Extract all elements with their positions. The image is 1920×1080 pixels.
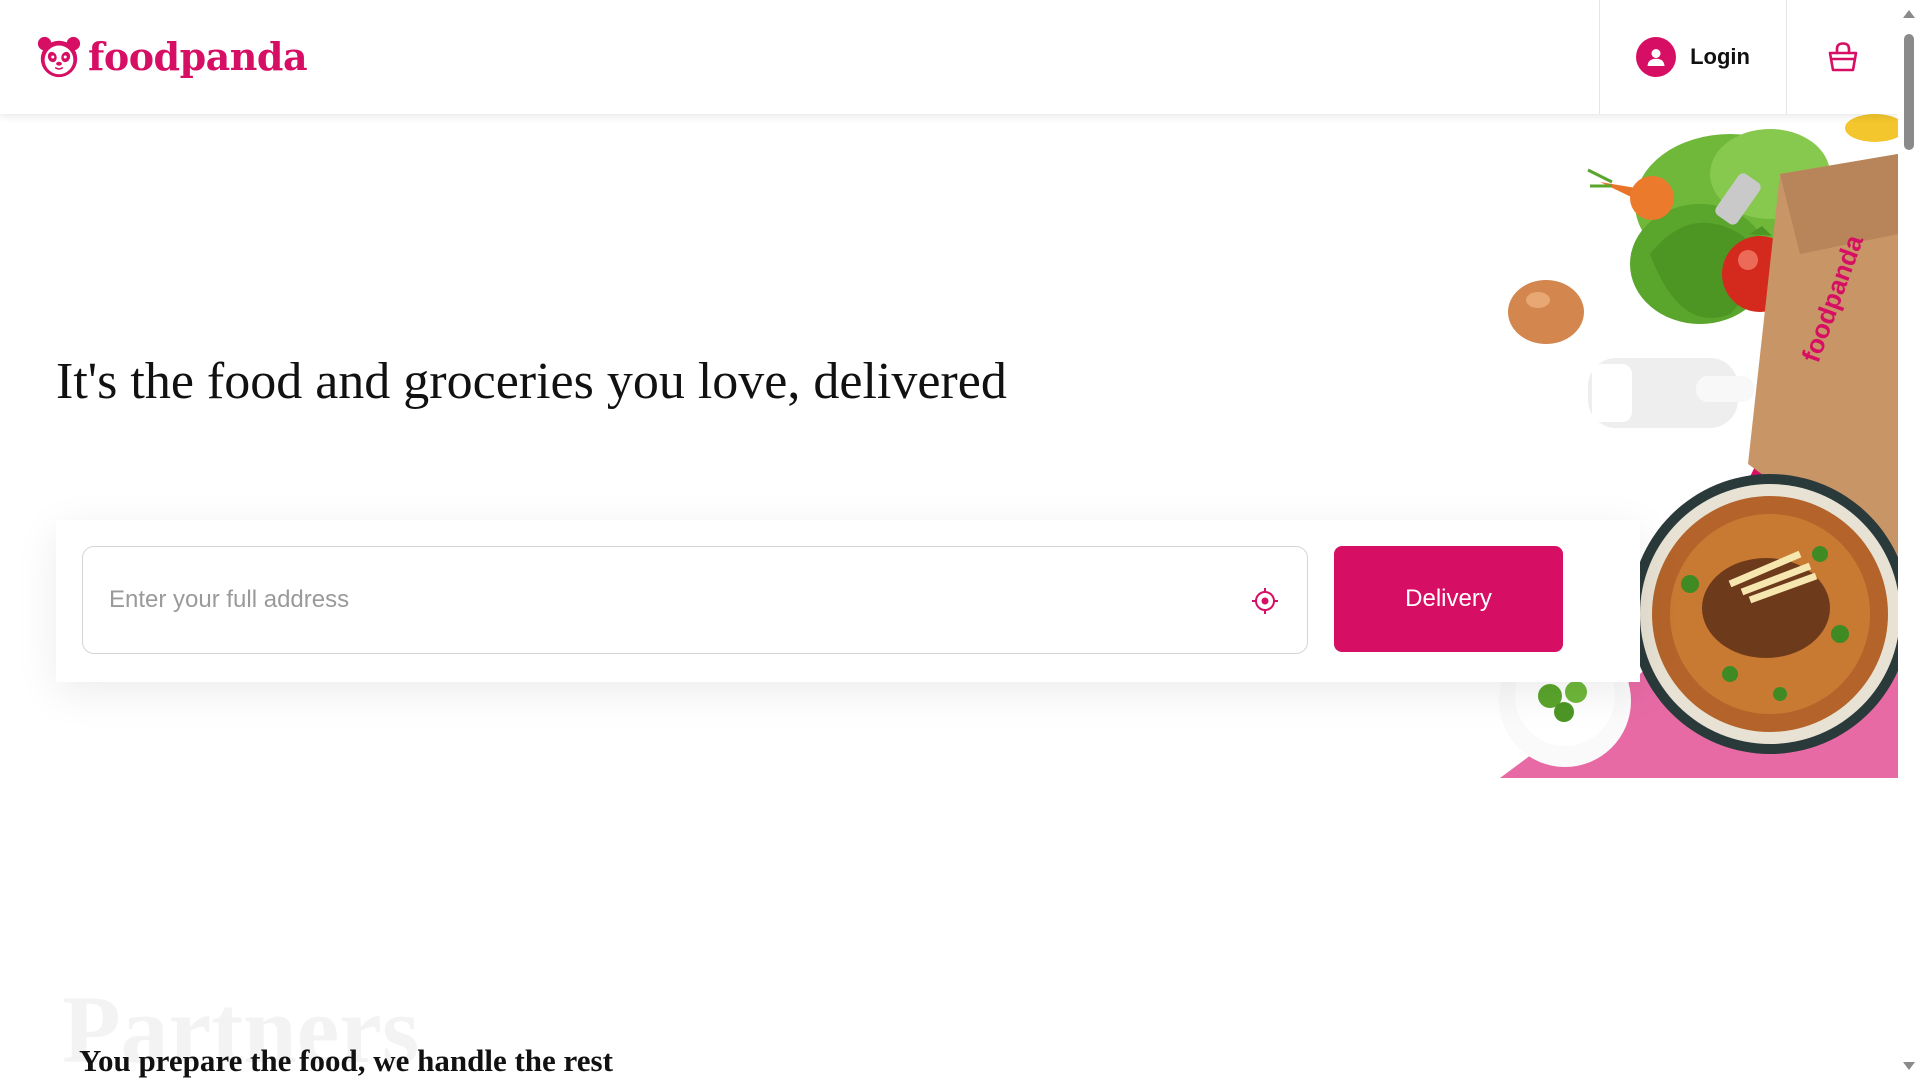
scroll-down-arrow-icon[interactable] bbox=[1903, 1062, 1915, 1070]
address-field[interactable] bbox=[82, 546, 1308, 654]
target-location-icon[interactable] bbox=[1249, 585, 1281, 617]
login-label: Login bbox=[1690, 44, 1750, 69]
delivery-button[interactable]: Delivery bbox=[1334, 546, 1563, 652]
address-search-card: Delivery bbox=[56, 520, 1640, 682]
login-button[interactable]: Login bbox=[1600, 0, 1786, 114]
brand-name: foodpanda bbox=[88, 34, 308, 79]
scroll-up-arrow-icon[interactable] bbox=[1903, 10, 1915, 18]
user-avatar-icon bbox=[1636, 37, 1677, 77]
address-input[interactable] bbox=[109, 547, 1209, 653]
curry-bowl-icon bbox=[1630, 474, 1898, 754]
cart-button[interactable] bbox=[1787, 0, 1898, 114]
hero-title: It's the food and groceries you love, de… bbox=[56, 353, 1007, 410]
shopping-bag-icon bbox=[1828, 42, 1857, 72]
page-scrollbar[interactable] bbox=[1898, 0, 1920, 1080]
top-header: foodpanda Login bbox=[0, 0, 1898, 114]
partners-subtitle: You prepare the food, we handle the rest bbox=[79, 1043, 613, 1078]
scroll-thumb[interactable] bbox=[1904, 34, 1914, 150]
brand-logo[interactable]: foodpanda bbox=[36, 30, 308, 84]
panda-logo-icon bbox=[37, 36, 81, 78]
